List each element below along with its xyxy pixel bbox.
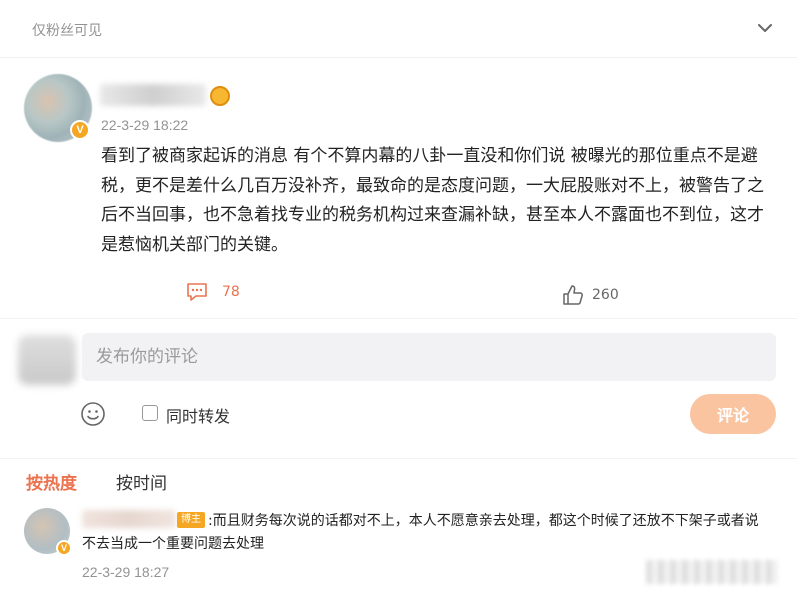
repost-checkbox[interactable] — [142, 405, 158, 421]
thumbs-up-icon — [563, 285, 583, 305]
sort-tabs: 按热度 按时间 — [0, 458, 797, 498]
reply-count: 78 — [222, 284, 240, 300]
top-bar: 仅粉丝可见 — [0, 0, 797, 58]
comment-composer: 同时转发 评论 — [0, 318, 797, 448]
like-button[interactable]: 260 — [562, 284, 619, 306]
username-blurred[interactable] — [100, 84, 206, 106]
tab-sort-by-time[interactable]: 按时间 — [116, 469, 167, 494]
composer-avatar — [18, 335, 76, 385]
repost-label[interactable]: 同时转发 — [166, 403, 230, 427]
user-medal-icon — [210, 86, 230, 106]
like-count: 260 — [592, 287, 619, 303]
reply-button[interactable]: 78 — [186, 282, 240, 302]
reply-body: :而且财务每次说的话都对不上，本人不愿意亲去处理，都这个时候了还放不下架子或者说… — [82, 513, 759, 552]
verified-v-icon: V — [70, 120, 90, 140]
submit-comment-button[interactable]: 评论 — [690, 394, 776, 434]
watermark — [646, 560, 778, 584]
post-avatar-wrapper[interactable]: V — [24, 74, 92, 142]
visibility-label: 仅粉丝可见 — [32, 23, 102, 39]
smiley-icon[interactable] — [80, 401, 106, 427]
post-body: 看到了被商家起诉的消息 有个不算内幕的八卦一直没和你们说 被曝光的那位重点不是避… — [101, 146, 764, 255]
chevron-down-icon[interactable] — [755, 18, 775, 38]
verified-v-icon: V — [56, 540, 72, 556]
comment-input[interactable] — [82, 333, 776, 381]
comment-bubble-icon — [187, 283, 207, 301]
tab-sort-by-hot[interactable]: 按热度 — [26, 469, 77, 494]
reply-timestamp: 22-3-29 18:27 — [82, 564, 170, 580]
post-timestamp: 22-3-29 18:22 — [101, 117, 189, 133]
